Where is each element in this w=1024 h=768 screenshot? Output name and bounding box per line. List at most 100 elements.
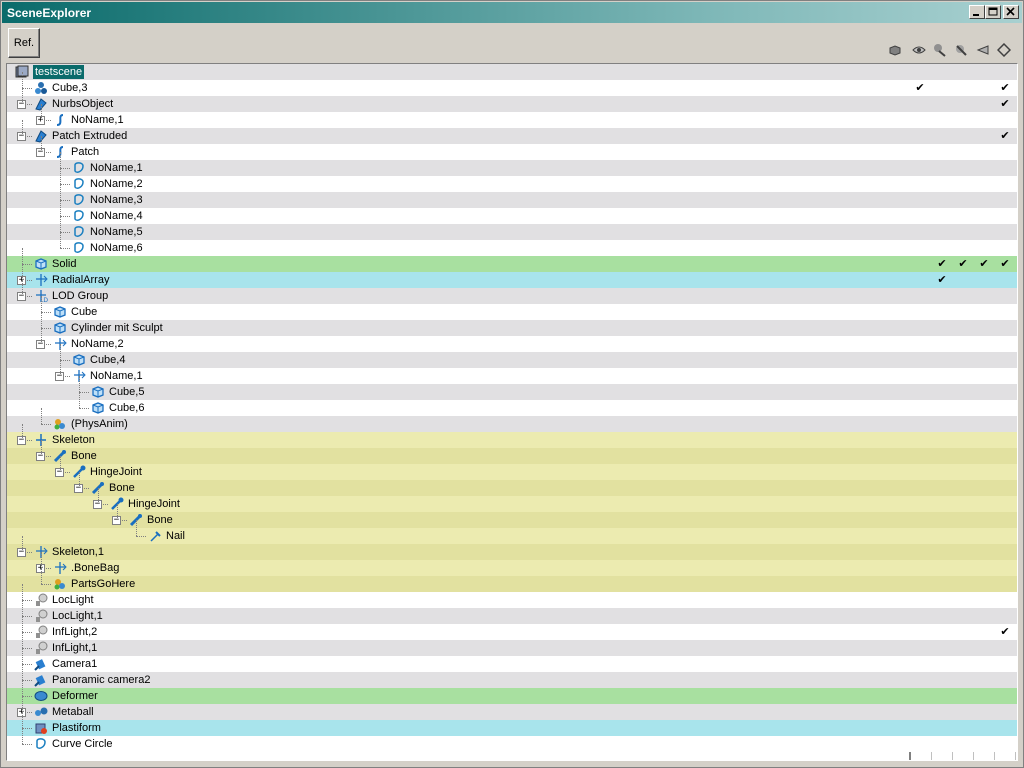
check-mark[interactable]: ✔ <box>998 625 1012 639</box>
tree-item-label[interactable]: testscene <box>33 65 85 79</box>
tree-item-label[interactable]: Solid <box>52 257 76 271</box>
tree-item-label[interactable]: Cube,6 <box>109 401 144 415</box>
tree-row[interactable]: LocLight,1 <box>7 608 1017 624</box>
tree-item-label[interactable]: HingeJoint <box>128 497 180 511</box>
check-mark[interactable]: ✔ <box>998 257 1012 271</box>
tree-item-label[interactable]: NoName,3 <box>90 193 143 207</box>
tree-item-label[interactable]: InfLight,1 <box>52 641 97 655</box>
check-mark[interactable]: ✔ <box>977 257 991 271</box>
tree-row[interactable]: NoName,4 <box>7 208 1017 224</box>
tree-row[interactable]: NoName,3 <box>7 192 1017 208</box>
render-icon[interactable] <box>933 43 949 59</box>
check-mark[interactable]: ✔ <box>913 81 927 95</box>
title-bar[interactable]: SceneExplorer <box>2 2 1022 23</box>
lock-icon[interactable] <box>976 43 992 59</box>
check-mark[interactable]: ✔ <box>998 81 1012 95</box>
tree-row[interactable]: Cube,6 <box>7 400 1017 416</box>
tree-item-label[interactable]: HingeJoint <box>90 465 142 479</box>
minimize-button[interactable] <box>969 5 985 19</box>
tree-row[interactable]: − NurbsObject ✔ <box>7 96 1017 112</box>
tree-item-label[interactable]: Cylinder mit Sculpt <box>71 321 163 335</box>
tree-row[interactable]: − Patch Extruded ✔ <box>7 128 1017 144</box>
tree-row[interactable]: Cube,3 ✔ ✔ <box>7 80 1017 96</box>
tree-row[interactable]: Camera1 <box>7 656 1017 672</box>
check-mark[interactable]: ✔ <box>998 129 1012 143</box>
maximize-button[interactable] <box>985 5 1001 19</box>
tree-row[interactable]: NoName,2 <box>7 176 1017 192</box>
tree-item-label[interactable]: LocLight,1 <box>52 609 103 623</box>
tree-row[interactable]: − Bone <box>7 512 1017 528</box>
tree-item-label[interactable]: LocLight <box>52 593 94 607</box>
tree-item-label[interactable]: NurbsObject <box>52 97 113 111</box>
tree-row[interactable]: Curve Circle <box>7 736 1017 752</box>
tree-row[interactable]: NoName,5 <box>7 224 1017 240</box>
tree-row[interactable]: − Skeleton,1 <box>7 544 1017 560</box>
tree-item-label[interactable]: Bone <box>109 481 135 495</box>
tree-row[interactable]: − Skeleton <box>7 432 1017 448</box>
shadow-icon[interactable] <box>954 43 970 59</box>
cube-icon[interactable] <box>888 43 904 59</box>
check-mark[interactable]: ✔ <box>935 273 949 287</box>
tree-item-label[interactable]: NoName,1 <box>71 113 124 127</box>
tree-row[interactable]: LocLight <box>7 592 1017 608</box>
tree-row[interactable]: Cube <box>7 304 1017 320</box>
tree-row[interactable]: Cube,5 <box>7 384 1017 400</box>
tree-item-label[interactable]: Nail <box>166 529 185 543</box>
tree-row[interactable]: Cube,4 <box>7 352 1017 368</box>
tree-row[interactable]: − HingeJoint <box>7 496 1017 512</box>
tree-row[interactable]: InfLight,2 ✔ <box>7 624 1017 640</box>
tree-row[interactable]: + NoName,1 <box>7 112 1017 128</box>
tree-item-label[interactable]: NoName,2 <box>90 177 143 191</box>
tree-item-label[interactable]: NoName,1 <box>90 369 143 383</box>
wire-icon[interactable] <box>996 42 1013 59</box>
tree-item-label[interactable]: Cube,3 <box>52 81 87 95</box>
tree-item-label[interactable]: Cube,5 <box>109 385 144 399</box>
tree-row[interactable]: − Bone <box>7 480 1017 496</box>
tree-row[interactable]: − HingeJoint <box>7 464 1017 480</box>
tree-row[interactable]: + .BoneBag <box>7 560 1017 576</box>
tree-item-label[interactable]: Camera1 <box>52 657 97 671</box>
tree-row[interactable]: Cylinder mit Sculpt <box>7 320 1017 336</box>
tree-item-label[interactable]: Patch <box>71 145 99 159</box>
tree-item-label[interactable]: Bone <box>147 513 173 527</box>
tree-item-label[interactable]: Skeleton <box>52 433 95 447</box>
tree-item-label[interactable]: Panoramic camera2 <box>52 673 150 687</box>
tree-row[interactable]: − Bone <box>7 448 1017 464</box>
tree-row[interactable]: Nail <box>7 528 1017 544</box>
tree-item-label[interactable]: NoName,1 <box>90 161 143 175</box>
tree-row[interactable]: Deformer <box>7 688 1017 704</box>
tree-item-label[interactable]: NoName,6 <box>90 241 143 255</box>
ref-button[interactable]: Ref. <box>8 28 40 58</box>
tree-item-label[interactable]: InfLight,2 <box>52 625 97 639</box>
tree-row[interactable]: PartsGoHere <box>7 576 1017 592</box>
tree-item-label[interactable]: Skeleton,1 <box>52 545 104 559</box>
scene-tree[interactable]: testscene Cube,3 ✔ ✔ − NurbsObject ✔ + NoName,1−… <box>6 63 1018 761</box>
tree-row[interactable]: InfLight,1 <box>7 640 1017 656</box>
tree-item-label[interactable]: (PhysAnim) <box>71 417 128 431</box>
eye-icon[interactable] <box>912 43 928 59</box>
tree-item-label[interactable]: PartsGoHere <box>71 577 135 591</box>
tree-item-label[interactable]: Cube,4 <box>90 353 125 367</box>
tree-row[interactable]: + RadialArray ✔ <box>7 272 1017 288</box>
tree-item-label[interactable]: Curve Circle <box>52 737 113 751</box>
tree-item-label[interactable]: Bone <box>71 449 97 463</box>
close-button[interactable] <box>1003 5 1019 19</box>
tree-row[interactable]: + Metaball <box>7 704 1017 720</box>
tree-item-label[interactable]: LOD Group <box>52 289 108 303</box>
tree-item-label[interactable]: RadialArray <box>52 273 109 287</box>
tree-row[interactable]: − NoName,1 <box>7 368 1017 384</box>
tree-item-label[interactable]: NoName,2 <box>71 337 124 351</box>
tree-row[interactable]: − LD LOD Group <box>7 288 1017 304</box>
tree-row[interactable]: (PhysAnim) <box>7 416 1017 432</box>
tree-item-label[interactable]: NoName,5 <box>90 225 143 239</box>
tree-row[interactable]: Panoramic camera2 <box>7 672 1017 688</box>
tree-item-label[interactable]: Deformer <box>52 689 98 703</box>
tree-row[interactable]: testscene <box>7 64 1017 80</box>
check-mark[interactable]: ✔ <box>935 257 949 271</box>
tree-row[interactable]: − NoName,2 <box>7 336 1017 352</box>
tree-row[interactable]: − Patch <box>7 144 1017 160</box>
tree-row[interactable]: Solid ✔ ✔ ✔ ✔ <box>7 256 1017 272</box>
tree-item-label[interactable]: .BoneBag <box>71 561 119 575</box>
tree-item-label[interactable]: Cube <box>71 305 97 319</box>
tree-item-label[interactable]: Plastiform <box>52 721 101 735</box>
